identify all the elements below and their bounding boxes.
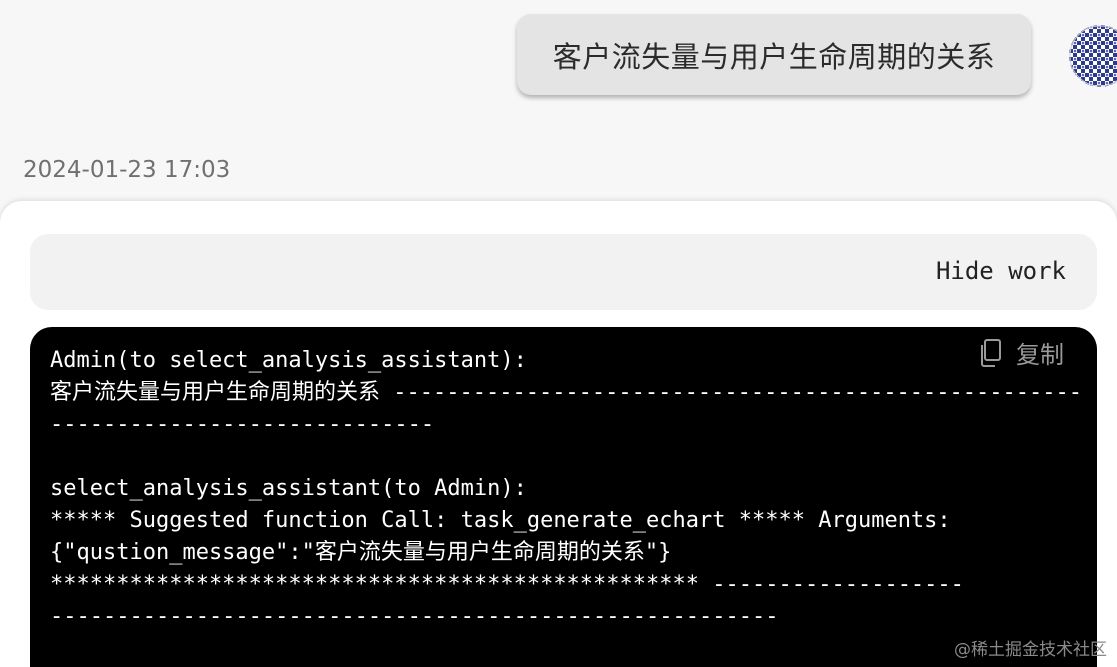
code-line: ****************************************… — [50, 572, 964, 597]
chat-page: 客户流失量与用户生命周期的关系 2024-01-23 17:03 Hide wo… — [0, 0, 1117, 667]
code-line: select_analysis_assistant(to Admin): — [50, 476, 527, 501]
hide-work-bar[interactable]: Hide work — [30, 234, 1097, 310]
copy-label: 复制 — [1016, 341, 1064, 369]
watermark: @稀土掘金技术社区 — [954, 640, 1107, 660]
copy-button[interactable]: 复制 — [978, 335, 1064, 370]
copy-icon — [981, 338, 1001, 367]
user-message-bubble: 客户流失量与用户生命周期的关系 — [517, 14, 1031, 95]
avatar[interactable] — [1069, 25, 1117, 87]
code-line: ----------------------------- — [50, 412, 435, 437]
code-line: ***** Suggested function Call: task_gene… — [50, 508, 951, 533]
code-line: Admin(to select_analysis_assistant): — [50, 348, 527, 373]
code-line: 客户流失量与用户生命周期的关系 ------------------------… — [50, 380, 1082, 405]
code-line: {"qustion_message":"客户流失量与用户生命周期的关系"} — [50, 540, 672, 565]
avatar-icon — [1069, 25, 1117, 87]
code-line: ----------------------------------------… — [50, 604, 779, 629]
code-block: 复制 Admin(to select_analysis_assistant): … — [30, 327, 1097, 667]
message-timestamp: 2024-01-23 17:03 — [23, 157, 231, 183]
user-message-text: 客户流失量与用户生命周期的关系 — [552, 39, 996, 74]
hide-work-button[interactable]: Hide work — [936, 257, 1066, 285]
